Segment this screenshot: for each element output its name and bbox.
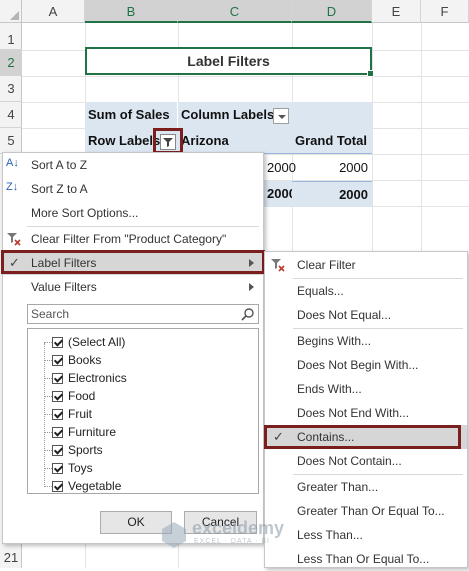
sort-a-to-z[interactable]: A↓ Sort A to Z bbox=[3, 153, 263, 177]
clear-filter-from[interactable]: Clear Filter From "Product Category" bbox=[3, 227, 263, 251]
checkbox-checked-icon[interactable] bbox=[52, 391, 63, 402]
submenu-arrow-icon bbox=[249, 283, 254, 291]
checkbox-checked-icon[interactable] bbox=[52, 409, 63, 420]
checkbox-checked-icon[interactable] bbox=[52, 373, 63, 384]
submenu-item-label: Clear Filter bbox=[297, 258, 356, 272]
column-header-e[interactable]: E bbox=[372, 0, 421, 23]
submenu-item[interactable]: Begins With... bbox=[265, 329, 467, 353]
submenu-item[interactable]: Ends With... bbox=[265, 377, 467, 401]
filter-list-item[interactable]: Sports bbox=[38, 442, 238, 460]
pivot-total-value: 2000 bbox=[292, 181, 372, 207]
filter-list-item-label: Sports bbox=[68, 443, 103, 457]
filter-dropdown-menu: A↓ Sort A to Z Z↓ Sort Z to A More Sort … bbox=[2, 152, 264, 544]
filter-checklist: (Select All) Books Electronics Food Fruit Fur… bbox=[27, 328, 259, 494]
pivot-grand-total: Grand Total bbox=[292, 128, 372, 154]
filter-list-item[interactable]: Electronics bbox=[38, 370, 238, 388]
row-header-3[interactable]: 3 bbox=[0, 76, 22, 102]
label-filters-highlight bbox=[1, 250, 265, 274]
submenu-item[interactable]: Equals... bbox=[265, 279, 467, 303]
submenu-item[interactable]: Greater Than... bbox=[265, 475, 467, 499]
exceldemy-logo-icon bbox=[162, 522, 186, 548]
submenu-item[interactable]: Less Than Or Equal To... bbox=[265, 547, 467, 571]
filter-list-item-label: Electronics bbox=[68, 371, 127, 385]
column-header-c[interactable]: C bbox=[178, 0, 292, 23]
title-cell[interactable]: Label Filters bbox=[85, 47, 374, 77]
filter-list-item[interactable]: Furniture bbox=[38, 424, 238, 442]
column-header-f[interactable]: F bbox=[421, 0, 469, 23]
column-header-bar: A B C D E F bbox=[0, 0, 469, 23]
pivot-arizona: Arizona bbox=[178, 128, 292, 154]
clear-filter-icon bbox=[271, 259, 285, 272]
checkbox-checked-icon[interactable] bbox=[52, 337, 63, 348]
pivot-total-value: 2000 bbox=[264, 181, 296, 207]
row-header-1[interactable]: 1 bbox=[0, 23, 22, 50]
filter-list-item[interactable]: Books bbox=[38, 352, 238, 370]
filter-list-item[interactable]: Toys bbox=[38, 460, 238, 478]
submenu-item[interactable]: Does Not Equal... bbox=[265, 303, 467, 327]
submenu-item-label: Begins With... bbox=[297, 334, 372, 348]
submenu-item-label: Does Not End With... bbox=[297, 406, 410, 420]
pivot-value: 2000 bbox=[339, 160, 368, 175]
column-labels-dropdown[interactable] bbox=[273, 108, 289, 124]
exceldemy-watermark: exceldemy EXCEL · DATA · BI bbox=[160, 518, 320, 550]
search-placeholder: Search bbox=[31, 307, 70, 321]
value-filters-item[interactable]: Value Filters bbox=[3, 275, 263, 299]
submenu-item[interactable]: Clear Filter bbox=[265, 253, 467, 277]
filter-list-item-label: Toys bbox=[68, 461, 93, 475]
submenu-item-label: Does Not Equal... bbox=[297, 308, 392, 322]
sort-descending-icon: Z↓ bbox=[6, 181, 19, 193]
column-header-b[interactable]: B bbox=[85, 0, 178, 23]
column-header-d[interactable]: D bbox=[292, 0, 372, 23]
watermark-name: exceldemy bbox=[192, 518, 285, 538]
checkbox-checked-icon[interactable] bbox=[52, 427, 63, 438]
pivot-value: 2000 bbox=[267, 160, 296, 175]
filter-list-item-label: (Select All) bbox=[68, 335, 126, 349]
sort-ascending-icon: A↓ bbox=[6, 157, 19, 169]
pivot-sum-of-sales: Sum of Sales bbox=[85, 102, 178, 128]
submenu-item-label: Does Not Contain... bbox=[297, 454, 402, 468]
submenu-item[interactable]: Does Not Contain... bbox=[265, 449, 467, 473]
checkbox-checked-icon[interactable] bbox=[52, 481, 63, 492]
search-input[interactable]: Search bbox=[27, 304, 259, 324]
filter-list-item-label: Fruit bbox=[68, 407, 92, 421]
submenu-item-label: Does Not Begin With... bbox=[297, 358, 419, 372]
row-header-21[interactable]: 21 bbox=[0, 547, 22, 568]
submenu-item-label: Equals... bbox=[297, 284, 344, 298]
submenu-item-label: Less Than Or Equal To... bbox=[297, 552, 430, 566]
filter-button-highlight bbox=[153, 128, 183, 154]
filter-list-item[interactable]: Fruit bbox=[38, 406, 238, 424]
checkbox-checked-icon[interactable] bbox=[52, 355, 63, 366]
filter-list-item-label: Furniture bbox=[68, 425, 117, 439]
clear-filter-icon bbox=[7, 233, 21, 246]
filter-list-item[interactable]: Vegetable bbox=[38, 478, 238, 496]
submenu-item-label: Ends With... bbox=[297, 382, 362, 396]
contains-highlight bbox=[264, 425, 461, 449]
pivot-header-fill bbox=[292, 102, 372, 128]
submenu-item[interactable]: Does Not End With... bbox=[265, 401, 467, 425]
filter-list-item-label: Books bbox=[68, 353, 102, 367]
column-header-a[interactable]: A bbox=[22, 0, 85, 23]
more-sort-options[interactable]: More Sort Options... bbox=[3, 201, 263, 225]
watermark-tagline: EXCEL · DATA · BI bbox=[194, 538, 270, 545]
submenu-item[interactable]: Does Not Begin With... bbox=[265, 353, 467, 377]
sort-z-to-a[interactable]: Z↓ Sort Z to A bbox=[3, 177, 263, 201]
search-icon bbox=[241, 308, 254, 321]
filter-list-item[interactable]: (Select All) bbox=[38, 334, 238, 352]
row-header-4[interactable]: 4 bbox=[0, 102, 22, 128]
select-all-corner[interactable] bbox=[0, 0, 22, 23]
filter-list-item-label: Vegetable bbox=[68, 479, 122, 493]
filter-list-item[interactable]: Food bbox=[38, 388, 238, 406]
filter-list-item-label: Food bbox=[68, 389, 96, 403]
row-header-2[interactable]: 2 bbox=[0, 50, 22, 76]
checkbox-checked-icon[interactable] bbox=[52, 445, 63, 456]
checkbox-checked-icon[interactable] bbox=[52, 463, 63, 474]
submenu-item-label: Greater Than... bbox=[297, 480, 379, 494]
